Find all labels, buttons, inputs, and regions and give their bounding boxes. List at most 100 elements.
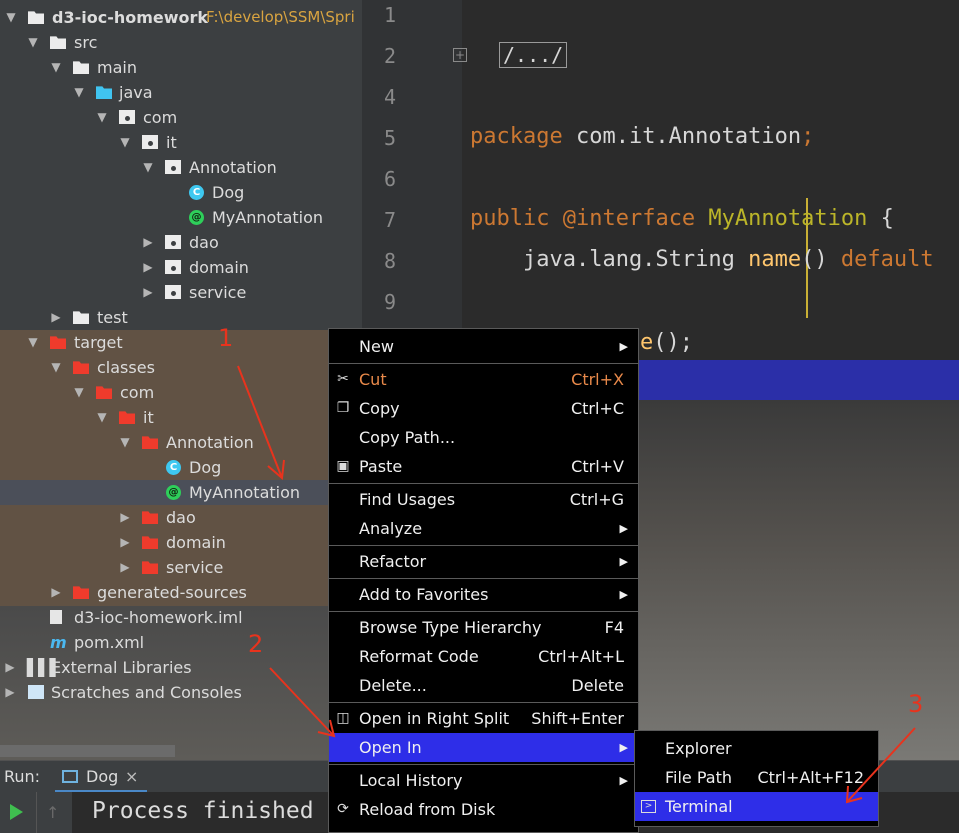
chevron-right-icon[interactable]: ▶ xyxy=(49,305,63,330)
close-icon[interactable]: × xyxy=(125,767,138,786)
tree-item-label: com xyxy=(120,383,155,402)
tree-item-generated-sources[interactable]: ▶ generated-sources xyxy=(0,580,362,605)
tree-item-scratches[interactable]: ▶ Scratches and Consoles xyxy=(0,680,362,705)
menu-item-terminal[interactable]: > Terminal xyxy=(635,792,878,821)
menu-item-paste[interactable]: ▣ Paste Ctrl+V xyxy=(329,452,638,481)
chevron-right-icon[interactable]: ▶ xyxy=(3,680,17,705)
chevron-right-icon[interactable]: ▶ xyxy=(141,230,155,255)
chevron-right-icon[interactable]: ▶ xyxy=(118,530,132,555)
tree-item-label: MyAnnotation xyxy=(212,208,324,227)
tree-item-classes[interactable]: ▼ classes xyxy=(0,355,362,380)
tree-item-src[interactable]: ▼ src xyxy=(0,30,362,55)
menu-item-reload-from-disk[interactable]: ⟳ Reload from Disk xyxy=(329,795,638,824)
menu-item-file-path[interactable]: File Path Ctrl+Alt+F12 xyxy=(635,763,878,792)
tree-item-dao[interactable]: ▶ dao xyxy=(0,230,362,255)
tree-item-label: com xyxy=(143,108,178,127)
chevron-right-icon[interactable]: ▶ xyxy=(118,505,132,530)
tree-item-myannotation-selected[interactable]: @ MyAnnotation xyxy=(0,480,355,505)
chevron-down-icon[interactable]: ▼ xyxy=(95,105,109,130)
line-number: 9 xyxy=(383,290,397,314)
run-tab-dog[interactable]: Dog xyxy=(86,767,118,786)
menu-item-label: Cut xyxy=(359,370,387,389)
fold-toggle-icon[interactable]: + xyxy=(453,48,467,62)
open-in-submenu: Explorer File Path Ctrl+Alt+F12 > Termin… xyxy=(634,730,879,827)
horizontal-scrollbar[interactable] xyxy=(0,745,175,757)
menu-item-shortcut: Delete xyxy=(571,676,624,695)
menu-item-browse-type-hierarchy[interactable]: Browse Type Hierarchy F4 xyxy=(329,613,638,642)
tree-item-iml[interactable]: d3-ioc-homework.iml xyxy=(0,605,362,630)
split-view-icon: ◫ xyxy=(336,710,350,726)
menu-item-delete[interactable]: Delete... Delete xyxy=(329,671,638,700)
tree-item-java[interactable]: ▼ java xyxy=(0,80,362,105)
tree-item-it[interactable]: ▼ it xyxy=(0,405,362,430)
tree-item-service[interactable]: ▶ service xyxy=(0,280,362,305)
scroll-up-icon[interactable]: ↑ xyxy=(46,803,59,822)
chevron-down-icon[interactable]: ▼ xyxy=(26,330,40,355)
tree-item-label: MyAnnotation xyxy=(189,483,301,502)
chevron-down-icon[interactable]: ▼ xyxy=(95,405,109,430)
tree-item-dog[interactable]: C Dog xyxy=(0,455,362,480)
chevron-down-icon[interactable]: ▼ xyxy=(118,130,132,155)
line-number: 1 xyxy=(383,3,397,27)
tree-item-domain[interactable]: ▶ domain xyxy=(0,530,362,555)
tree-item-project-root[interactable]: ▼ d3-ioc-homework F:\develop\SSM\Spri xyxy=(0,5,362,30)
tree-item-pom[interactable]: m pom.xml xyxy=(0,630,362,655)
tree-item-main[interactable]: ▼ main xyxy=(0,55,362,80)
chevron-down-icon[interactable]: ▼ xyxy=(72,80,86,105)
chevron-right-icon[interactable]: ▶ xyxy=(141,255,155,280)
chevron-down-icon[interactable]: ▼ xyxy=(49,355,63,380)
tree-item-service[interactable]: ▶ service xyxy=(0,555,362,580)
rerun-icon[interactable] xyxy=(10,804,23,820)
tree-item-dao[interactable]: ▶ dao xyxy=(0,505,362,530)
tree-item-label: Dog xyxy=(212,183,245,202)
menu-item-label: New xyxy=(359,337,394,356)
java-class-icon: C xyxy=(189,185,204,200)
menu-item-open-in[interactable]: Open In ▶ xyxy=(329,733,638,762)
tree-item-annotation[interactable]: ▼ Annotation xyxy=(0,155,362,180)
chevron-down-icon[interactable]: ▼ xyxy=(118,430,132,455)
menu-item-new[interactable]: New ▶ xyxy=(329,332,638,361)
tree-item-myannotation[interactable]: @ MyAnnotation xyxy=(0,205,362,230)
menu-item-open-in-right-split[interactable]: ◫ Open in Right Split Shift+Enter xyxy=(329,704,638,733)
menu-item-label: Local History xyxy=(359,771,463,790)
tree-item-com[interactable]: ▼ com xyxy=(0,380,362,405)
chevron-down-icon[interactable]: ▼ xyxy=(72,380,86,405)
chevron-right-icon[interactable]: ▶ xyxy=(118,555,132,580)
annotation-icon: @ xyxy=(166,485,181,500)
menu-item-copy-path[interactable]: Copy Path... xyxy=(329,423,638,452)
code-token: java.lang.String xyxy=(470,247,749,272)
menu-item-add-to-favorites[interactable]: Add to Favorites ▶ xyxy=(329,580,638,609)
tree-item-annotation[interactable]: ▼ Annotation xyxy=(0,430,362,455)
menu-item-shortcut: Ctrl+C xyxy=(570,399,624,418)
tree-item-com[interactable]: ▼ com xyxy=(0,105,362,130)
tree-item-domain[interactable]: ▶ domain xyxy=(0,255,362,280)
chevron-down-icon[interactable]: ▼ xyxy=(49,55,63,80)
menu-item-local-history[interactable]: Local History ▶ xyxy=(329,766,638,795)
menu-item-find-usages[interactable]: Find Usages Ctrl+G xyxy=(329,485,638,514)
code-line-10: e(); xyxy=(640,330,693,355)
folded-region[interactable]: /.../ xyxy=(499,42,568,68)
chevron-down-icon[interactable]: ▼ xyxy=(141,155,155,180)
run-label: Run: xyxy=(4,767,41,786)
tree-item-target[interactable]: ▼ target xyxy=(0,330,362,355)
tree-item-label: Annotation xyxy=(166,433,254,452)
chevron-down-icon[interactable]: ▼ xyxy=(26,30,40,55)
menu-item-cut[interactable]: ✂ Cut Ctrl+X xyxy=(329,365,638,394)
submenu-arrow-icon: ▶ xyxy=(619,774,628,787)
menu-item-reformat-code[interactable]: Reformat Code Ctrl+Alt+L xyxy=(329,642,638,671)
tree-item-it[interactable]: ▼ it xyxy=(0,130,362,155)
chevron-right-icon[interactable]: ▶ xyxy=(141,280,155,305)
chevron-right-icon[interactable]: ▶ xyxy=(3,655,17,680)
menu-item-analyze[interactable]: Analyze ▶ xyxy=(329,514,638,543)
menu-separator xyxy=(329,363,638,364)
excluded-folder-icon xyxy=(73,361,89,374)
chevron-down-icon[interactable]: ▼ xyxy=(4,5,18,30)
menu-item-copy[interactable]: ❐ Copy Ctrl+C xyxy=(329,394,638,423)
tree-item-test[interactable]: ▶ test xyxy=(0,305,362,330)
chevron-right-icon[interactable]: ▶ xyxy=(49,580,63,605)
line-number: 2 xyxy=(383,44,397,68)
menu-item-explorer[interactable]: Explorer xyxy=(635,734,878,763)
menu-item-refactor[interactable]: Refactor ▶ xyxy=(329,547,638,576)
tree-item-dog[interactable]: C Dog xyxy=(0,180,362,205)
tree-item-external-libraries[interactable]: ▶ ▌▌▌ External Libraries xyxy=(0,655,362,680)
